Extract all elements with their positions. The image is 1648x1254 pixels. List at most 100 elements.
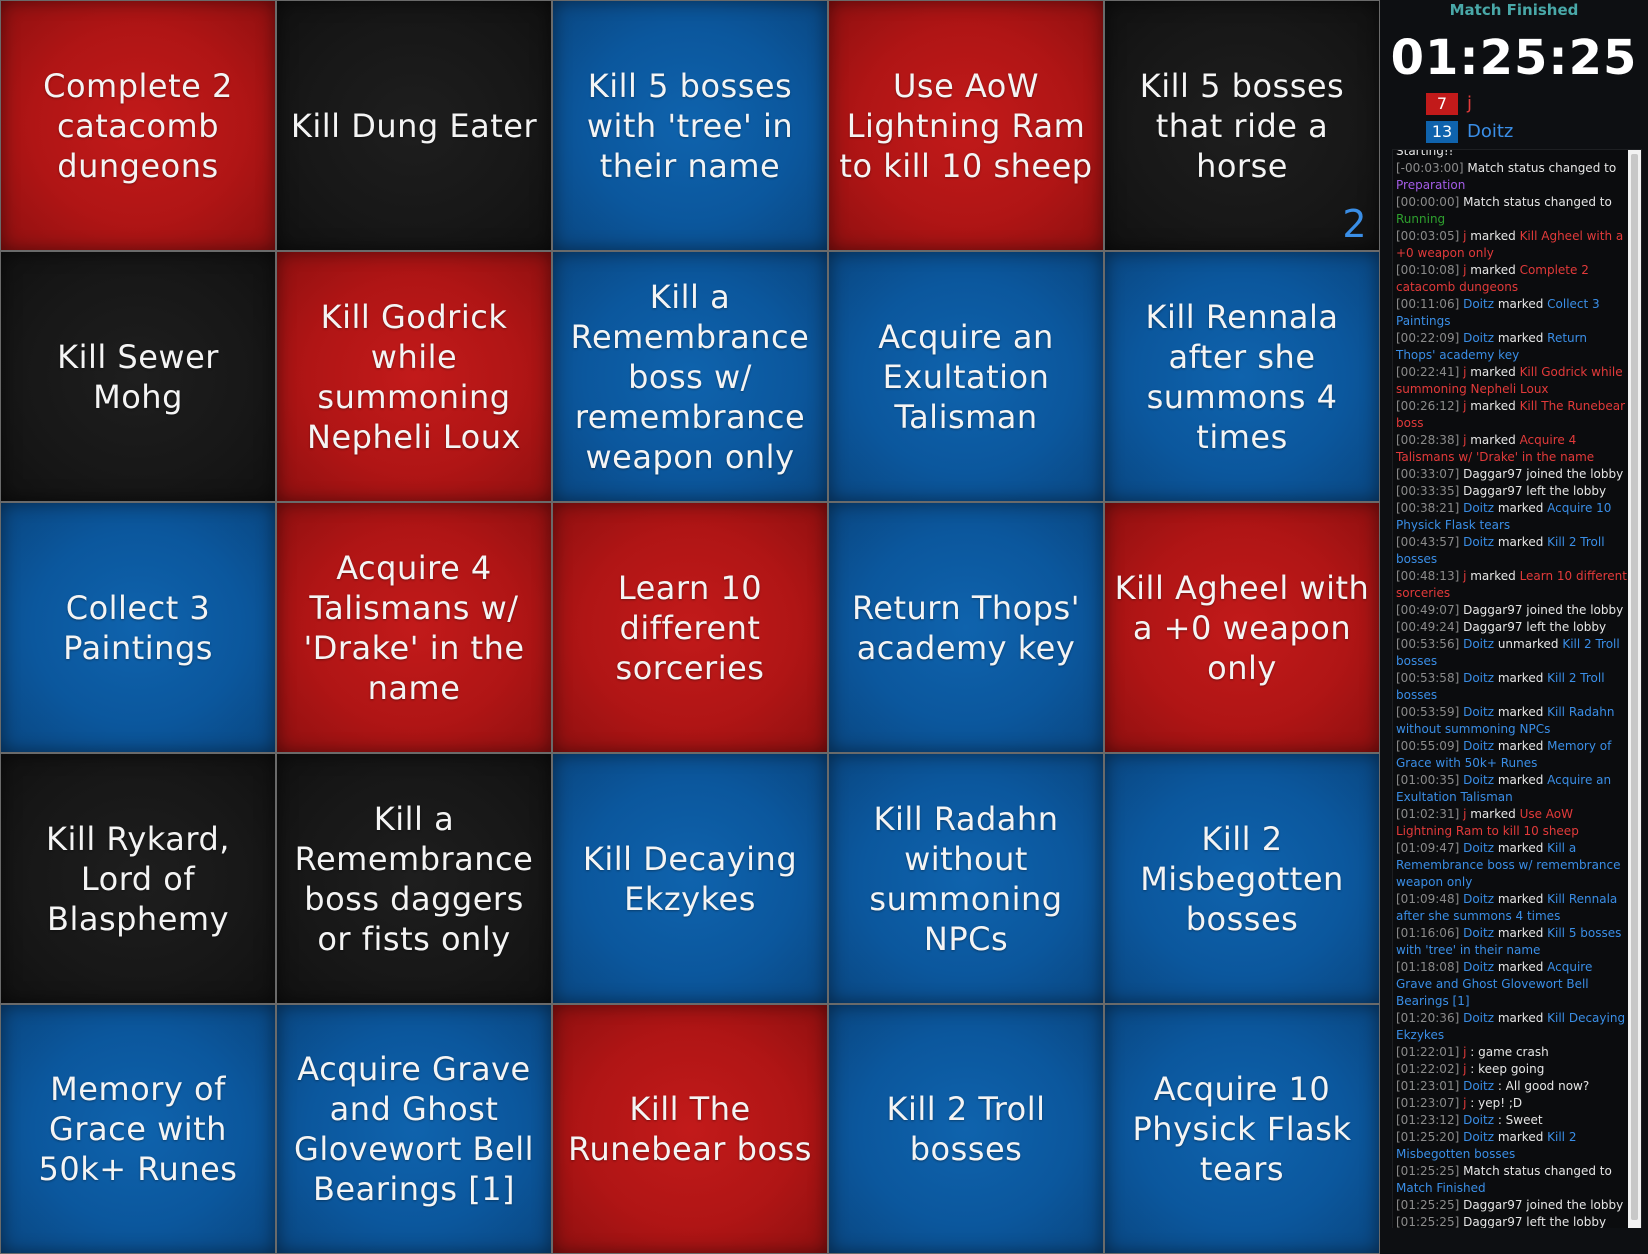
log-entry: [01:16:06] Doitz marked Kill 5 bosses wi… [1396, 925, 1628, 959]
bingo-cell-label: Acquire 10 Physick Flask tears [1132, 1070, 1352, 1188]
log-entry: [01:20:36] Doitz marked Kill Decaying Ek… [1396, 1010, 1628, 1044]
bingo-cell[interactable]: Kill Decaying Ekzykes [552, 753, 828, 1004]
bingo-cell[interactable]: Acquire Grave and Ghost Glovewort Bell B… [276, 1004, 552, 1254]
log-entry: [00:22:09] Doitz marked Return Thops' ac… [1396, 330, 1628, 364]
log-timestamp: [00:11:06] [1396, 297, 1460, 311]
bingo-cell[interactable]: Kill 2 Misbegotten bosses [1104, 753, 1380, 1004]
log-timestamp: [00:10:08] [1396, 263, 1460, 277]
bingo-cell[interactable]: Collect 3 Paintings [0, 502, 276, 753]
log-text: marked [1494, 892, 1548, 906]
bingo-cell[interactable]: Kill a Remembrance boss w/ remembrance w… [552, 251, 828, 502]
log-timestamp: [00:48:13] [1396, 569, 1460, 583]
bingo-cell[interactable]: Acquire 4 Talismans w/ 'Drake' in the na… [276, 502, 552, 753]
log-timestamp: [00:03:05] [1396, 229, 1460, 243]
bingo-cell[interactable]: Acquire an Exultation Talisman [828, 251, 1104, 502]
log-timestamp: [01:23:12] [1396, 1113, 1460, 1127]
log-text: marked [1494, 705, 1548, 719]
log-timestamp: [01:25:20] [1396, 1130, 1460, 1144]
log-timestamp: [00:53:58] [1396, 671, 1460, 685]
log-text: Doitz [1459, 1079, 1494, 1093]
bingo-cell[interactable]: Kill Rykard, Lord of Blasphemy [0, 753, 276, 1004]
log-text: Doitz [1459, 331, 1494, 345]
log-text: marked [1494, 331, 1548, 345]
bingo-cell[interactable]: Memory of Grace with 50k+ Runes [0, 1004, 276, 1254]
bingo-cell[interactable]: Use AoW Lightning Ram to kill 10 sheep [828, 0, 1104, 251]
log-text: marked [1466, 807, 1520, 821]
log-timestamp: [00:53:56] [1396, 637, 1460, 651]
log-text: Daggar97 left the lobby [1459, 620, 1607, 634]
log-timestamp: [00:00:00] [1396, 195, 1460, 209]
log-text: Doitz [1459, 773, 1494, 787]
team-name: j [1467, 93, 1473, 114]
log-timestamp: [00:55:09] [1396, 739, 1460, 753]
bingo-cell[interactable]: Kill Sewer Mohg [0, 251, 276, 502]
log-entry: [01:09:47] Doitz marked Kill a Remembran… [1396, 840, 1628, 891]
bingo-cell-label: Kill Dung Eater [290, 106, 538, 145]
log-text: : keep going [1466, 1062, 1545, 1076]
team-name: Doitz [1467, 121, 1514, 142]
log-text: Doitz [1459, 671, 1494, 685]
log-entry: [00:48:13] j marked Learn 10 different s… [1396, 568, 1628, 602]
log-entry: [01:09:48] Doitz marked Kill Rennala aft… [1396, 891, 1628, 925]
event-log[interactable]: Starting!! [-00:03:00] Match status chang… [1392, 149, 1642, 1230]
bingo-cell[interactable]: Kill The Runebear boss [552, 1004, 828, 1254]
log-scrollbar-thumb[interactable] [1631, 154, 1638, 1220]
log-entry: [00:00:00] Match status changed to Runni… [1396, 194, 1628, 228]
bingo-cell[interactable]: Kill Radahn without summoning NPCs [828, 753, 1104, 1004]
log-timestamp: [01:25:25] [1396, 1215, 1460, 1229]
log-text: Doitz [1459, 960, 1494, 974]
log-entry: [01:23:12] Doitz : Sweet [1396, 1112, 1628, 1129]
event-log-list: Starting!! [-00:03:00] Match status chang… [1393, 149, 1628, 1229]
bingo-cell[interactable]: Kill 5 bosses with 'tree' in their name [552, 0, 828, 251]
log-text: marked [1466, 365, 1520, 379]
log-entry: [00:11:06] Doitz marked Collect 3 Painti… [1396, 296, 1628, 330]
log-timestamp: [01:25:25] [1396, 1164, 1460, 1178]
bingo-cell[interactable]: Kill Godrick while summoning Nepheli Lou… [276, 251, 552, 502]
bingo-cell[interactable]: Kill a Remembrance boss daggers or fists… [276, 753, 552, 1004]
bingo-cell-label: Acquire an Exultation Talisman [878, 317, 1054, 436]
log-text: Doitz [1459, 501, 1494, 515]
log-text: Match status changed to [1459, 1164, 1612, 1178]
bingo-cell-label: Kill Godrick while summoning Nepheli Lou… [307, 297, 521, 456]
log-scrollbar[interactable] [1628, 150, 1641, 1229]
log-timestamp: [01:09:48] [1396, 892, 1460, 906]
log-entry: [00:28:38] j marked Acquire 4 Talismans … [1396, 432, 1628, 466]
log-text: marked [1494, 1130, 1548, 1144]
bingo-cell-label: Kill Rykard, Lord of Blasphemy [46, 819, 230, 938]
bingo-cell[interactable]: Kill Dung Eater [276, 0, 552, 251]
log-timestamp: [00:33:07] [1396, 467, 1460, 481]
log-text: marked [1494, 773, 1548, 787]
bingo-cell[interactable]: Learn 10 different sorceries [552, 502, 828, 753]
log-timestamp: [01:23:07] [1396, 1096, 1460, 1110]
bingo-cell-label: Learn 10 different sorceries [615, 568, 765, 687]
bingo-cell-label: Use AoW Lightning Ram to kill 10 sheep [839, 66, 1093, 185]
bingo-cell-label: Kill The Runebear boss [568, 1090, 812, 1168]
bingo-cell-label: Kill Rennala after she summons 4 times [1145, 297, 1339, 456]
bingo-cell-label: Kill 2 Troll bosses [886, 1090, 1046, 1168]
log-entry: [00:49:24] Daggar97 left the lobby [1396, 619, 1628, 636]
log-text: marked [1494, 739, 1548, 753]
bingo-cell-label: Return Thops' academy key [851, 588, 1081, 667]
team-score-blue: 13 Doitz [1426, 120, 1513, 144]
log-text: Doitz [1459, 841, 1494, 855]
log-timestamp: [01:23:01] [1396, 1079, 1460, 1093]
bingo-cell[interactable]: Kill 5 bosses that ride a horse 2 [1104, 0, 1380, 251]
bingo-cell[interactable]: Return Thops' academy key [828, 502, 1104, 753]
log-entry: [01:23:01] Doitz : All good now? [1396, 1078, 1628, 1095]
bingo-cell[interactable]: Kill Rennala after she summons 4 times [1104, 251, 1380, 502]
log-entry: [01:22:02] j : keep going [1396, 1061, 1628, 1078]
log-text: marked [1494, 671, 1548, 685]
log-timestamp: [01:18:08] [1396, 960, 1460, 974]
bingo-cell[interactable]: Kill 2 Troll bosses [828, 1004, 1104, 1254]
log-timestamp: [01:25:25] [1396, 1198, 1460, 1212]
log-text: Starting!! [1396, 149, 1454, 158]
log-entry: [00:38:21] Doitz marked Acquire 10 Physi… [1396, 500, 1628, 534]
bingo-cell[interactable]: Complete 2 catacomb dungeons [0, 0, 276, 251]
log-text: Doitz [1459, 1011, 1494, 1025]
score-count: 13 [1426, 121, 1458, 143]
log-text: marked [1494, 841, 1548, 855]
log-text: Running [1396, 212, 1446, 226]
bingo-cell[interactable]: Acquire 10 Physick Flask tears [1104, 1004, 1380, 1254]
log-entry: [00:22:41] j marked Kill Godrick while s… [1396, 364, 1628, 398]
bingo-cell[interactable]: Kill Agheel with a +0 weapon only [1104, 502, 1380, 753]
